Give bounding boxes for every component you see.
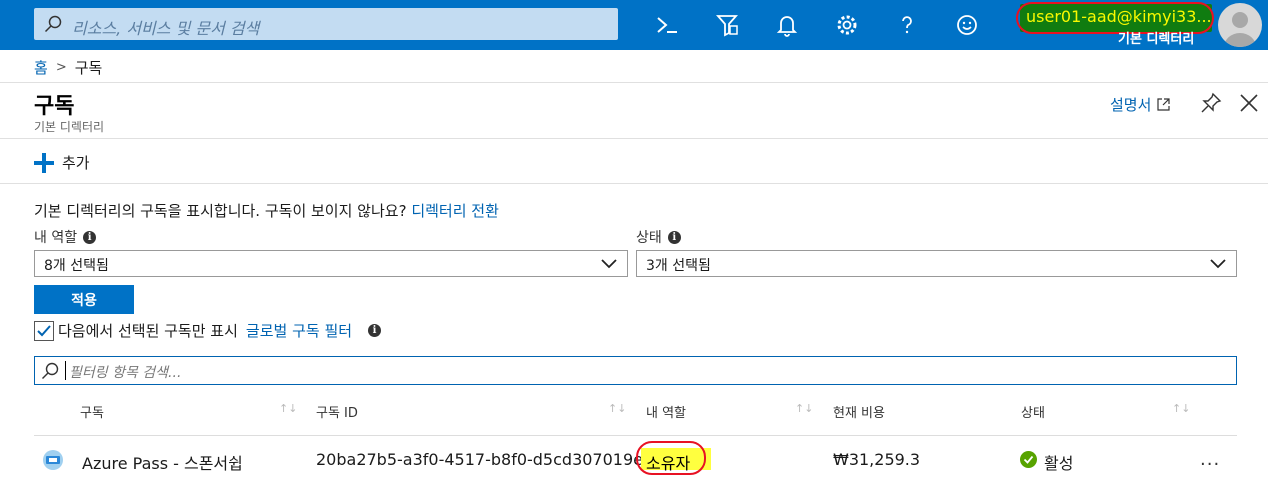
global-search-input[interactable]: 리소스, 서비스 및 문서 검색 xyxy=(34,8,618,40)
switch-directory-link[interactable]: 디렉터리 전환 xyxy=(411,202,499,220)
role-filter-label: 내 역할 i xyxy=(34,227,97,247)
search-icon xyxy=(42,362,59,379)
column-header-subscription[interactable]: 구독 xyxy=(80,402,104,421)
info-icon[interactable]: i xyxy=(667,230,681,244)
settings-icon[interactable] xyxy=(834,12,860,38)
breadcrumb-home[interactable]: 홈 xyxy=(34,57,48,78)
chevron-down-icon xyxy=(601,259,617,269)
column-header-cost[interactable]: 현재 비용 xyxy=(833,402,885,421)
annotation-circle xyxy=(636,441,706,475)
status-dropdown-value: 3개 선택됨 xyxy=(646,258,711,274)
page-subtitle: 기본 디렉터리 xyxy=(34,120,105,134)
sort-icon[interactable]: ↑↓ xyxy=(795,402,813,415)
top-bar: 리소스, 서비스 및 문서 검색 user01-aad@kimyi33... 기… xyxy=(0,0,1268,50)
subscription-key-icon xyxy=(43,450,63,470)
column-header-status[interactable]: 상태 xyxy=(1021,402,1045,421)
directory-filter-icon[interactable] xyxy=(714,12,740,38)
role-label: 내 역할 xyxy=(34,230,78,246)
sort-icon[interactable]: ↑↓ xyxy=(279,402,297,415)
role-dropdown-value: 8개 선택됨 xyxy=(44,258,109,274)
sort-icon[interactable]: ↑↓ xyxy=(608,402,626,415)
divider xyxy=(0,183,1268,184)
role-dropdown[interactable]: 8개 선택됨 xyxy=(34,250,628,277)
subscription-name[interactable]: Azure Pass - 스폰서쉽 xyxy=(82,450,243,474)
info-text: 기본 디렉터리의 구독을 표시합니다. 구독이 보이지 않나요? 디렉터리 전환 xyxy=(34,200,499,221)
docs-link[interactable]: 설명서 xyxy=(1110,94,1171,115)
divider xyxy=(0,82,1268,83)
column-header-role[interactable]: 내 역할 xyxy=(646,402,686,421)
help-icon[interactable] xyxy=(894,12,920,38)
divider xyxy=(34,435,1237,436)
sort-icon[interactable]: ↑↓ xyxy=(1172,402,1190,415)
apply-button[interactable]: 적용 xyxy=(34,285,134,314)
info-message: 기본 디렉터리의 구독을 표시합니다. 구독이 보이지 않나요? xyxy=(34,202,407,220)
page-title: 구독 xyxy=(34,94,75,119)
global-filter-checkbox[interactable] xyxy=(34,320,54,341)
chevron-right-icon: > xyxy=(55,60,67,75)
user-directory: 기본 디렉터리 xyxy=(1118,32,1195,47)
filter-search-input[interactable]: 필터링 항목 검색... xyxy=(34,356,1237,385)
docs-label: 설명서 xyxy=(1110,96,1152,114)
search-placeholder: 리소스, 서비스 및 문서 검색 xyxy=(72,19,260,38)
subscription-id: 20ba27b5-a3f0-4517-b8f0-d5cd307019e3 xyxy=(316,450,654,469)
plus-icon xyxy=(34,152,54,173)
column-header-subscription-id[interactable]: 구독 ID xyxy=(316,402,358,421)
external-link-icon xyxy=(1157,98,1171,111)
divider xyxy=(0,138,1268,139)
add-button[interactable]: 추가 xyxy=(34,152,90,173)
status-dropdown[interactable]: 3개 선택됨 xyxy=(636,250,1237,277)
breadcrumb: 홈 > 구독 xyxy=(34,57,102,78)
search-icon xyxy=(44,15,62,33)
breadcrumb-current: 구독 xyxy=(74,59,103,77)
check-circle-icon xyxy=(1020,451,1037,468)
checkmark-icon xyxy=(37,324,51,336)
chevron-down-icon xyxy=(1210,259,1226,269)
status-label: 상태 xyxy=(636,230,662,246)
feedback-icon[interactable] xyxy=(954,12,980,38)
current-cost: ₩31,259.3 xyxy=(833,450,921,469)
text-caret xyxy=(65,361,66,380)
avatar[interactable] xyxy=(1218,3,1262,47)
info-icon[interactable]: i xyxy=(368,324,382,337)
cloud-shell-icon[interactable] xyxy=(654,12,680,38)
add-label: 추가 xyxy=(62,154,90,172)
info-icon[interactable]: i xyxy=(83,230,97,244)
close-icon[interactable] xyxy=(1238,92,1260,114)
global-filter-row: 다음에서 선택된 구독만 표시 글로벌 구독 필터 i xyxy=(34,320,382,341)
pin-icon[interactable] xyxy=(1200,92,1222,114)
filter-placeholder: 필터링 항목 검색... xyxy=(69,365,182,381)
status-value: 활성 xyxy=(1044,454,1074,473)
global-filter-link[interactable]: 글로벌 구독 필터 xyxy=(246,320,352,341)
notifications-icon[interactable] xyxy=(774,12,800,38)
status-filter-label: 상태 i xyxy=(636,227,681,247)
global-filter-text: 다음에서 선택된 구독만 표시 xyxy=(58,322,238,340)
more-options-button[interactable]: ... xyxy=(1200,449,1220,470)
